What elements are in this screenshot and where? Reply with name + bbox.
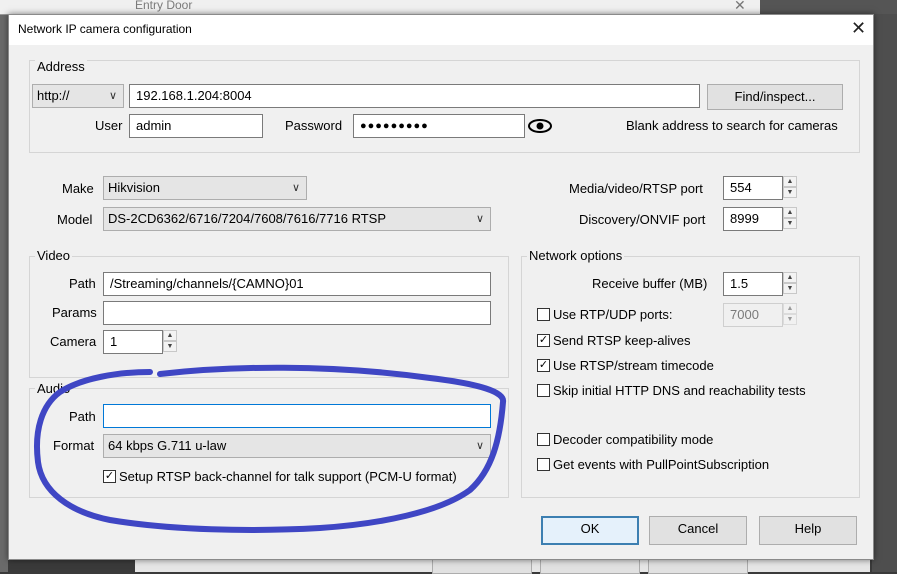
annotation-circle-stroke bbox=[34, 364, 506, 533]
annotation-circle bbox=[34, 364, 506, 533]
